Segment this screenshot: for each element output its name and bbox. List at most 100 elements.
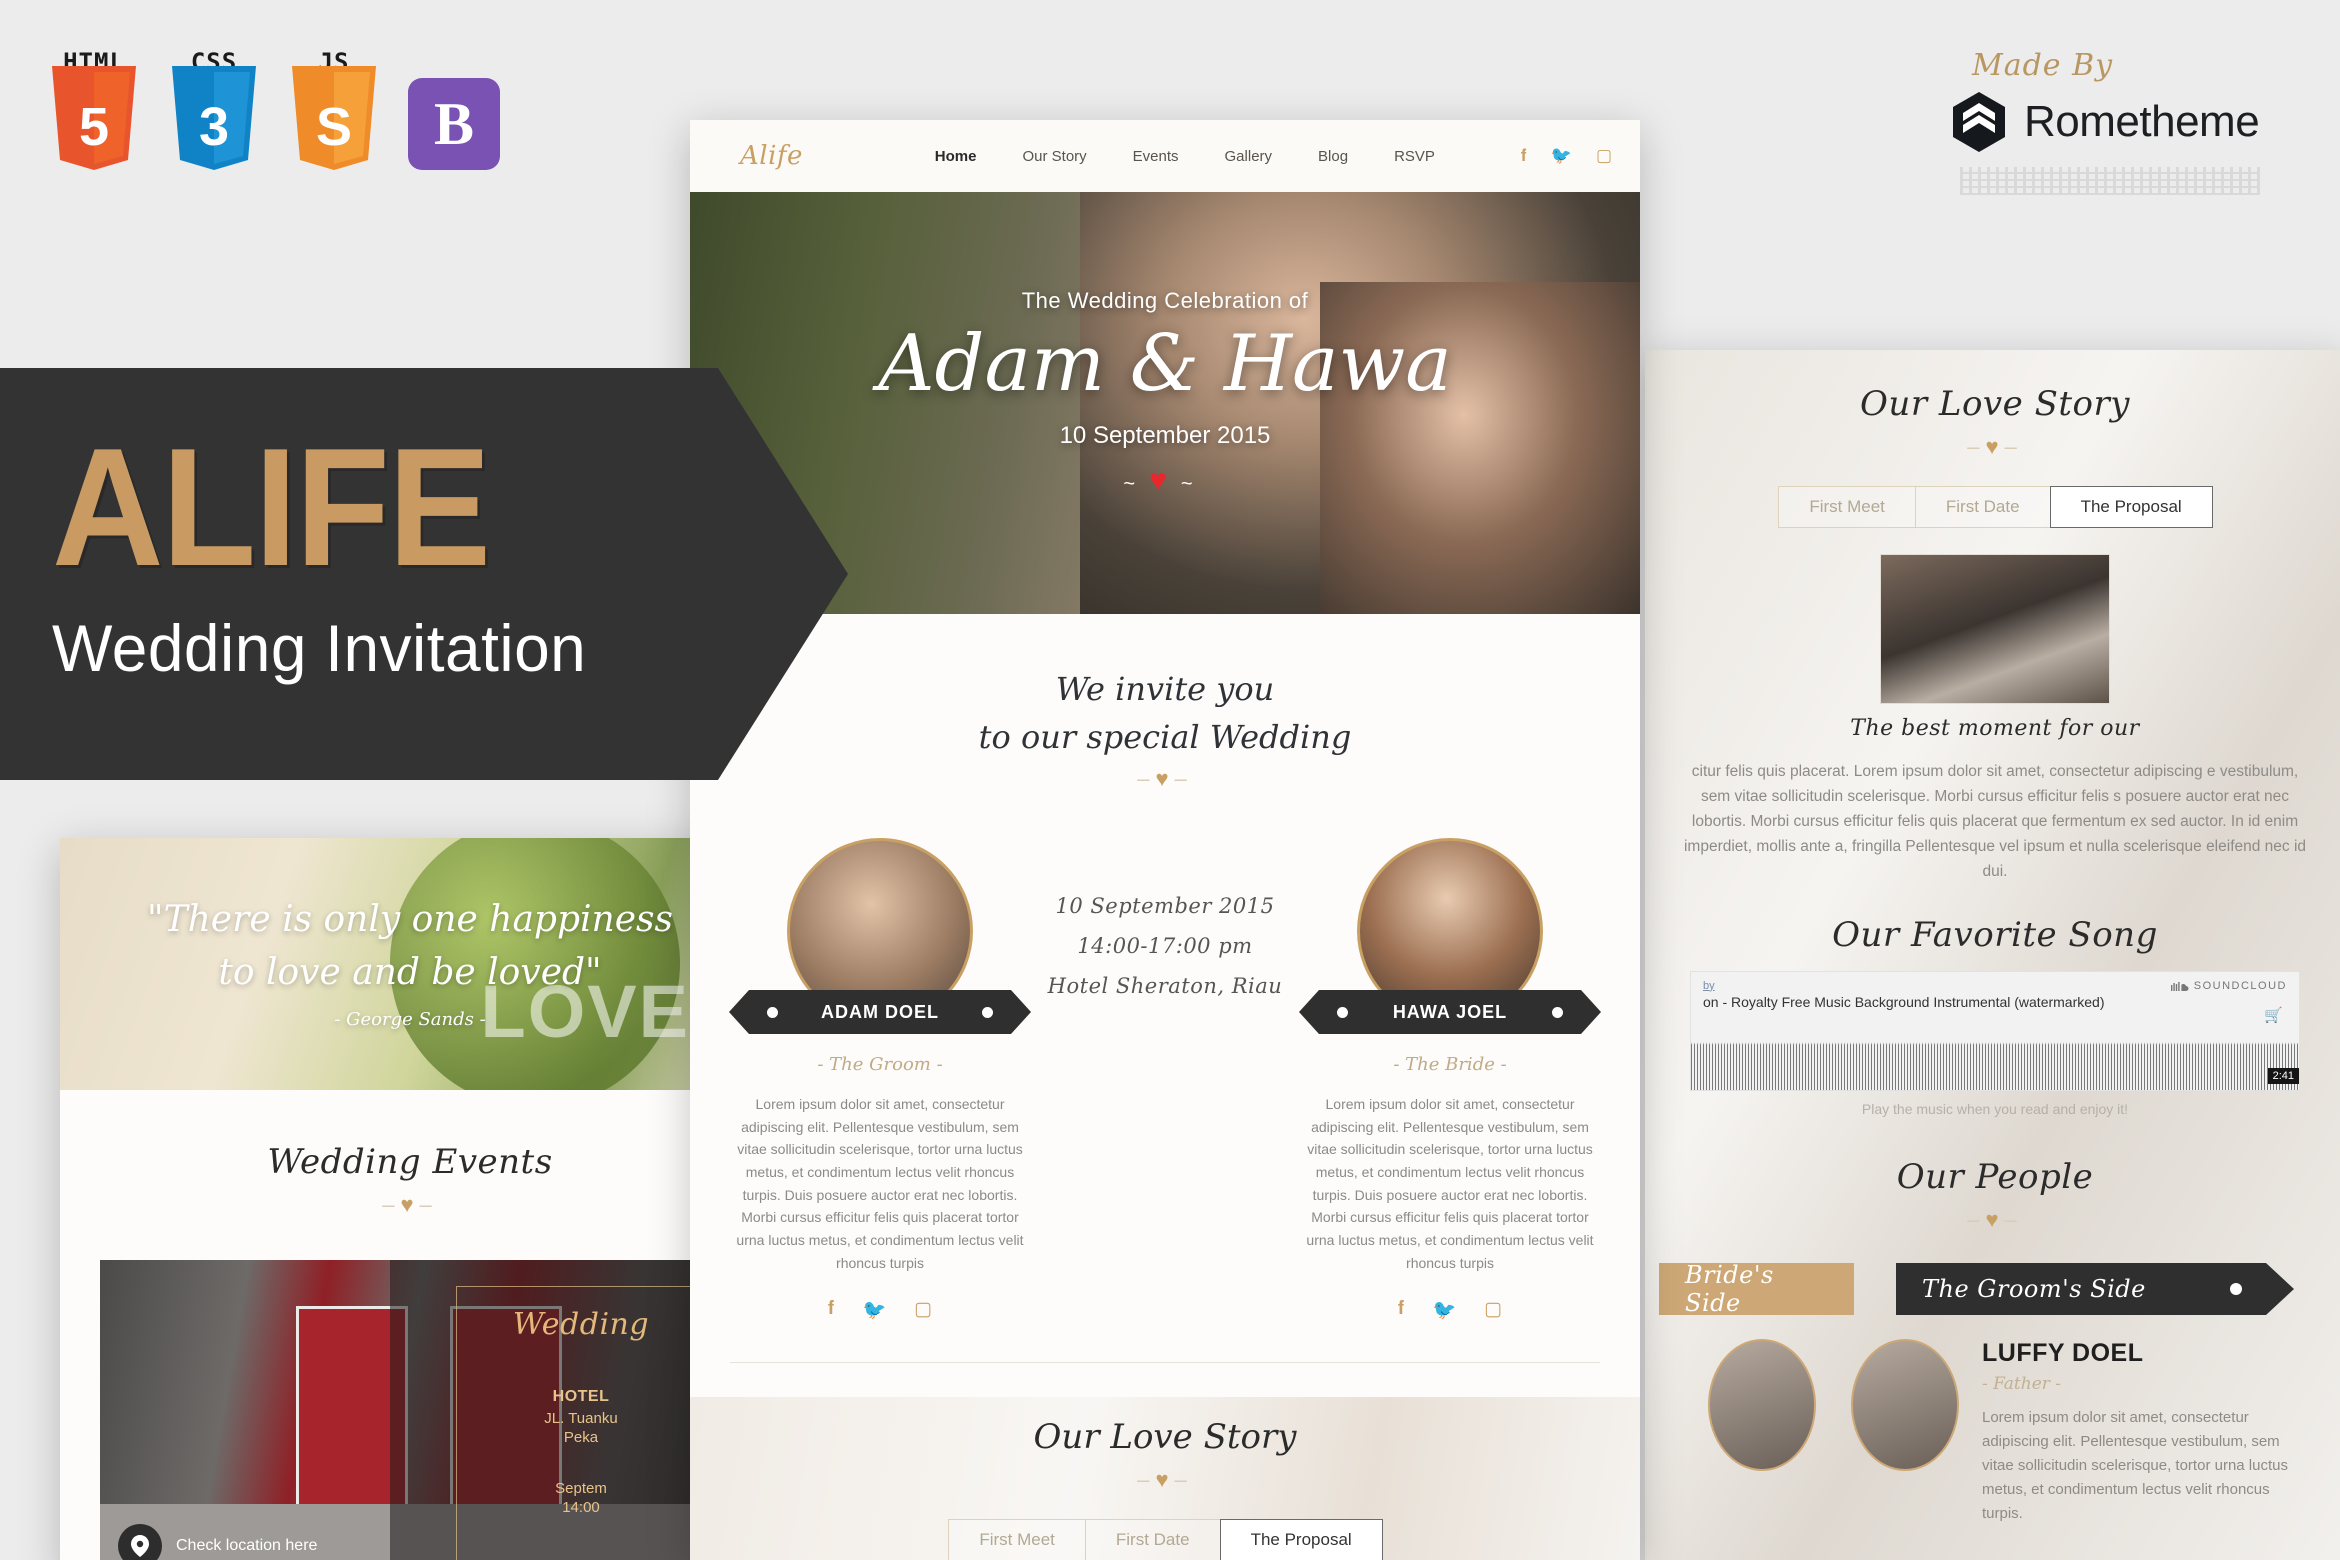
map-pin-icon (118, 1524, 162, 1560)
main-love-story-section: Our Love Story ‒♥‒ First Meet First Date… (690, 1397, 1640, 1560)
bride-text: Lorem ipsum dolor sit amet, consectetur … (1306, 1096, 1594, 1271)
alife-promo-inner: ALIFE Wedding Invitation (0, 368, 718, 686)
rp-story-photo (1880, 554, 2110, 704)
event-card-hotel: HOTEL (552, 1388, 610, 1405)
ribbon-dot-right (1552, 1006, 1563, 1018)
detail-date: 10 September 2015 (1055, 894, 1275, 918)
event-card-details: Wedding HOTEL JL. Tuanku Peka Septem 14:… (456, 1286, 706, 1560)
page-subtitle: Wedding Invitation (52, 610, 587, 685)
main-love-story-tabs: First Meet First Date The Proposal (690, 1519, 1640, 1560)
facebook-icon[interactable]: 𝐟 (1398, 1298, 1405, 1322)
main-tab-first-date[interactable]: First Date (1084, 1519, 1221, 1560)
rp-story-caption: The best moment for our (1850, 716, 2140, 741)
quote-line-1: "There is only one happiness (147, 898, 673, 940)
rp-heart-divider: ‒♥‒ (1967, 434, 2023, 459)
list-item: LUFFY DOEL - Father - Lorem ipsum dolor … (1645, 1338, 2340, 1526)
rometheme-hexagon-icon (1953, 92, 2005, 152)
site-logo[interactable]: Alife (740, 141, 803, 171)
nav-item-blog[interactable]: Blog (1316, 122, 1350, 191)
cart-icon[interactable]: 🛒 (2264, 1006, 2283, 1024)
decorative-barcode (1960, 167, 2260, 195)
js-badge-number: S (315, 97, 353, 157)
instagram-icon[interactable]: ▢ (914, 1298, 932, 1322)
rp-tab-first-meet[interactable]: First Meet (1778, 486, 1916, 528)
event-card[interactable]: Wedding HOTEL JL. Tuanku Peka Septem 14:… (100, 1260, 720, 1560)
person-text: Lorem ipsum dolor sit amet, consectetur … (1982, 1408, 2288, 1522)
soundcloud-brand: SOUNDCLOUD (2170, 979, 2287, 992)
bride-role: - The Bride - (1393, 1054, 1507, 1075)
rp-favorite-song-title: Our Favorite Song (1832, 914, 2158, 955)
alife-promo-arrow (718, 368, 848, 780)
nav-item-gallery[interactable]: Gallery (1223, 122, 1275, 191)
banner-dot (2230, 1282, 2242, 1295)
main-love-story-title: Our Love Story (1033, 1417, 1297, 1458)
groom-social-links: 𝐟 🐦 ▢ (730, 1298, 1030, 1322)
groom-name: ADAM DOEL (821, 1001, 939, 1022)
event-card-city: Peka (563, 1429, 599, 1446)
ribbon-dot-left (767, 1006, 778, 1018)
nav-item-events[interactable]: Events (1131, 122, 1181, 191)
main-tab-the-proposal[interactable]: The Proposal (1219, 1519, 1383, 1560)
rp-love-story-tabs: First Meet First Date The Proposal (1645, 486, 2340, 528)
soundcloud-brand-label: SOUNDCLOUD (2193, 979, 2287, 992)
detail-time: 14:00-17:00 pm (1077, 934, 1253, 958)
nav-item-our-story[interactable]: Our Story (1020, 122, 1088, 191)
soundcloud-duration: 2:41 (2267, 1067, 2299, 1084)
facebook-icon[interactable]: 𝐟 (828, 1298, 835, 1322)
nav-item-rsvp[interactable]: RSVP (1392, 122, 1437, 191)
bootstrap-badge: B (408, 78, 500, 170)
people-list: LUFFY DOEL - Father - Lorem ipsum dolor … (1645, 1338, 2340, 1560)
love-story-foreground: Our Love Story ‒♥‒ First Meet First Date… (690, 1417, 1640, 1560)
bride-social-links: 𝐟 🐦 ▢ (1300, 1298, 1600, 1322)
ribbon-dot-left (1337, 1006, 1348, 1018)
check-location-button[interactable]: Check location here (118, 1524, 317, 1560)
banner-brides-side[interactable]: Bride's Side (1659, 1261, 1854, 1317)
soundcloud-track-title: on - Royalty Free Music Background Instr… (1703, 993, 2105, 1010)
css3-badge: CSS 3 (168, 48, 260, 170)
instagram-icon[interactable]: ▢ (1484, 1298, 1502, 1322)
twitter-icon[interactable]: 🐦 (862, 1298, 886, 1322)
event-card-date: Septem (555, 1480, 607, 1497)
rp-tab-first-date[interactable]: First Date (1914, 486, 2051, 528)
groom-role: - The Groom - (817, 1054, 943, 1075)
css3-badge-number: 3 (198, 97, 230, 157)
rp-love-story-title: Our Love Story (1860, 384, 2130, 424)
couple-section: ADAM DOEL - The Groom - Lorem ipsum dolo… (690, 838, 1640, 1322)
hero-eyebrow: The Wedding Celebration of (1021, 288, 1309, 313)
wedding-events-section: Wedding Events ‒♥‒ Wedding HOTEL JL. Tua… (60, 1090, 760, 1560)
facebook-icon[interactable]: 𝐟 (1521, 146, 1527, 166)
section-divider (730, 1362, 1600, 1364)
soundcloud-waveform[interactable] (1691, 1031, 2299, 1090)
person-info: LUFFY DOEL - Father - Lorem ipsum dolor … (1970, 1339, 2300, 1526)
twitter-icon[interactable]: 🐦 (1432, 1298, 1456, 1322)
banner-grooms-side[interactable]: The Groom's Side (1896, 1262, 2294, 1315)
bride-name-ribbon: HAWA JOEL (1299, 990, 1601, 1034)
poster-stage: HTML 5 CSS 3 JS S B Made By Rometheme LO… (0, 0, 2340, 1560)
left-preview-panel: LOVE "There is only one happiness to lov… (60, 838, 760, 1560)
groom-text: Lorem ipsum dolor sit amet, consectetur … (736, 1096, 1024, 1271)
person-name: LUFFY DOEL (1982, 1338, 2144, 1367)
rp-tab-the-proposal[interactable]: The Proposal (2049, 486, 2213, 528)
divider-dash-left: ‒ (382, 1192, 401, 1217)
nav-social-links: 𝐟 🐦 ▢ (1521, 146, 1612, 166)
soundcloud-player[interactable]: by SOUNDCLOUD on - Royalty Free Music Ba… (1690, 970, 2300, 1091)
nav-items: Home Our Story Events Gallery Blog RSVP … (933, 122, 1612, 191)
nav-item-home[interactable]: Home (933, 122, 979, 191)
instagram-icon[interactable]: ▢ (1596, 146, 1612, 166)
groom-name-ribbon: ADAM DOEL (729, 990, 1031, 1034)
main-tab-first-meet[interactable]: First Meet (948, 1519, 1086, 1560)
site-navbar: Alife Home Our Story Events Gallery Blog… (690, 120, 1640, 192)
check-location-label: Check location here (176, 1537, 318, 1554)
wedding-details: 10 September 2015 14:00-17:00 pm Hotel S… (1030, 838, 1300, 1322)
groom-card: ADAM DOEL - The Groom - Lorem ipsum dolo… (729, 838, 1031, 1322)
twitter-icon[interactable]: 🐦 (1551, 146, 1572, 166)
html5-badge-number: 5 (78, 97, 110, 157)
soundcloud-artist-link[interactable]: by (1703, 980, 1715, 992)
rometheme-logo-row: Rometheme (1950, 91, 2280, 153)
detail-place: Hotel Sheraton, Riau (1047, 974, 1283, 998)
ribbon-dot-right (982, 1006, 993, 1018)
tech-badges: HTML 5 CSS 3 JS S B (48, 48, 500, 170)
song-note: Play the music when you read and enjoy i… (1861, 1100, 2129, 1117)
avatar (1708, 1338, 1816, 1471)
rp-our-people-title: Our People (1896, 1156, 2094, 1197)
